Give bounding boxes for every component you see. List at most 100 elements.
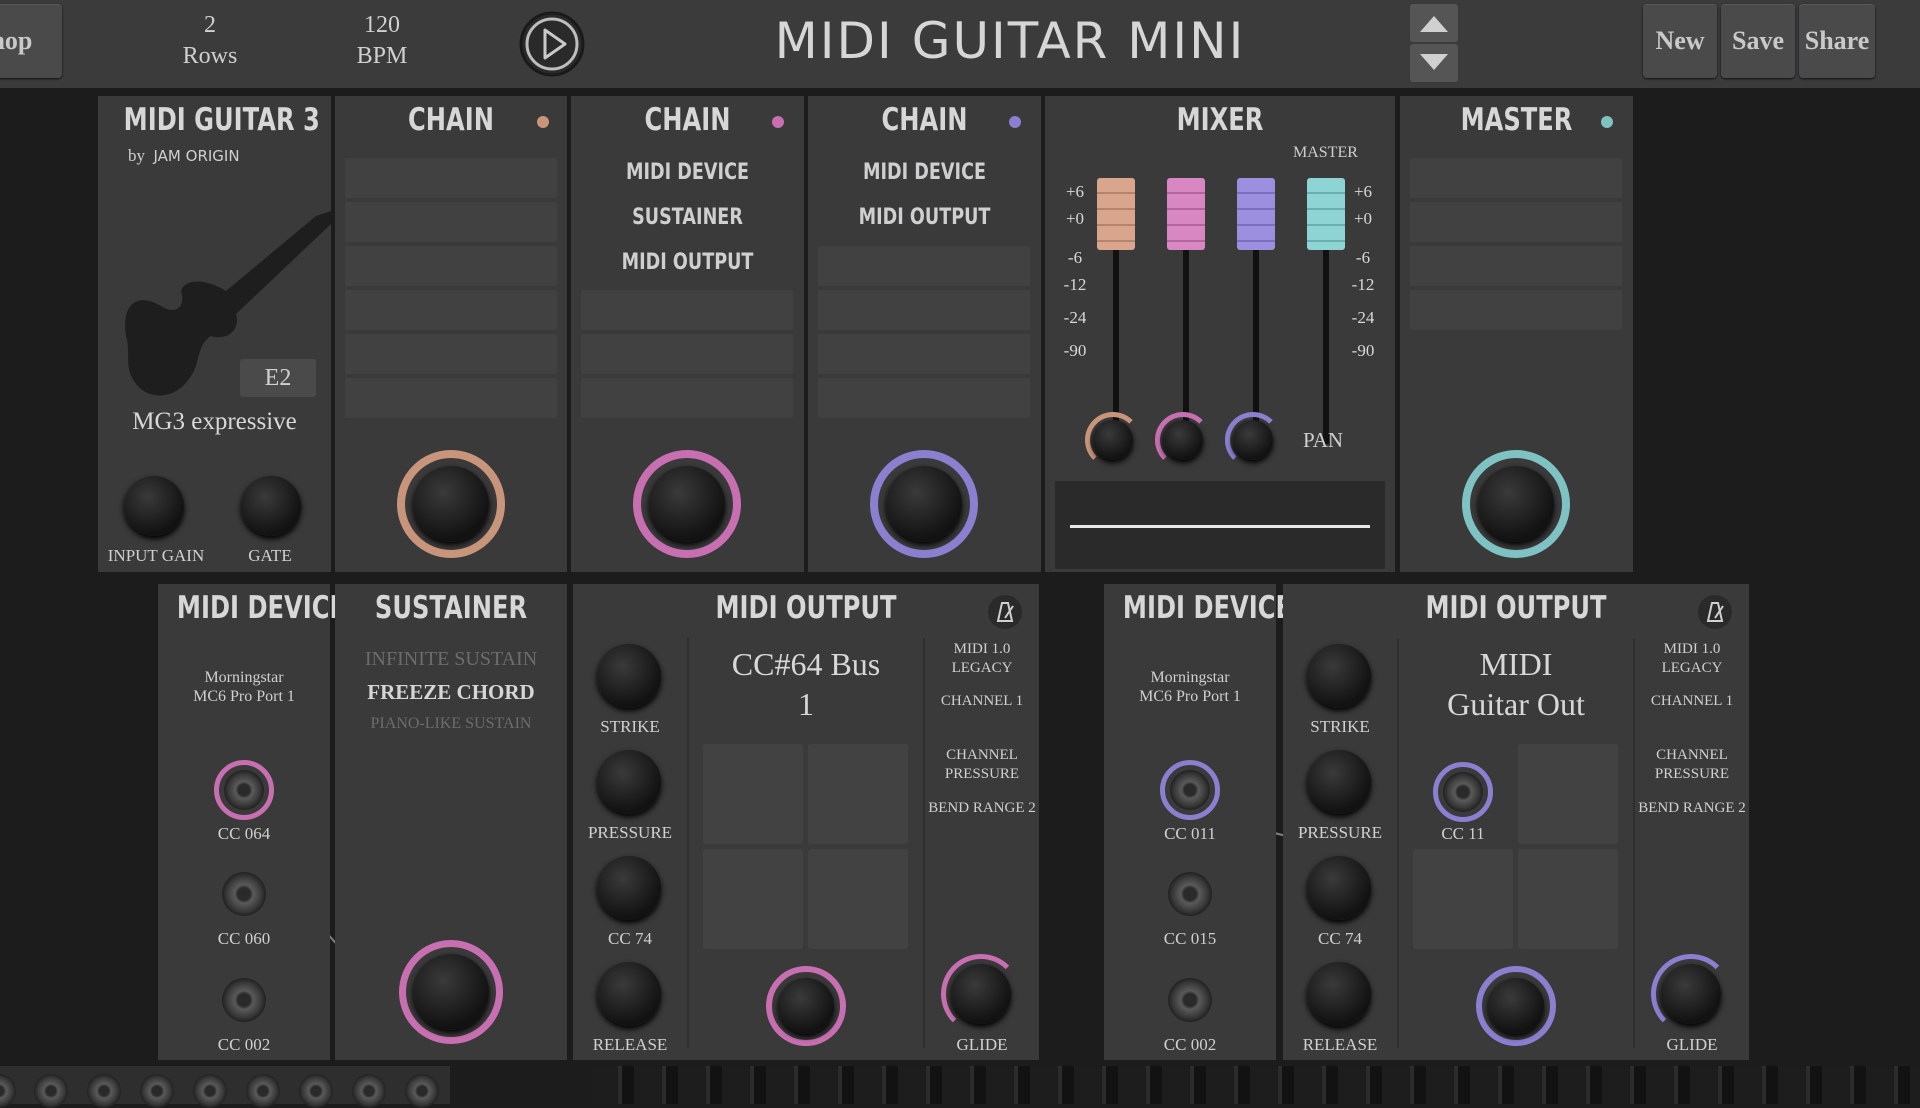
master-volume-knob[interactable] <box>1462 450 1570 558</box>
fader-cap-chain-3[interactable] <box>1237 178 1275 250</box>
input-jack[interactable] <box>34 1074 68 1108</box>
sustain-option-infinite[interactable]: INFINITE SUSTAIN <box>335 648 567 671</box>
release-knob[interactable] <box>597 962 661 1026</box>
chain-slot[interactable] <box>581 290 793 330</box>
chain-slot[interactable] <box>345 378 557 418</box>
metronome-icon[interactable] <box>1697 594 1733 630</box>
row-down-button[interactable] <box>1410 44 1458 82</box>
input-jack[interactable] <box>246 1074 280 1108</box>
save-button[interactable]: Save <box>1721 4 1795 78</box>
input-jack[interactable] <box>352 1074 386 1108</box>
cc-knob-a[interactable] <box>214 760 274 820</box>
master-slot[interactable] <box>1410 158 1622 198</box>
cc-jack-c[interactable] <box>222 978 266 1022</box>
pan-knob-chain-1[interactable] <box>1085 412 1141 468</box>
input-jack[interactable] <box>299 1074 333 1108</box>
chain-item-midi-device[interactable]: MIDI DEVICE <box>831 160 1017 185</box>
chain-slot[interactable] <box>818 290 1030 330</box>
cc74-knob[interactable] <box>1307 856 1371 920</box>
preset-name[interactable]: MG3 expressive <box>98 408 331 436</box>
cc-jack-b[interactable] <box>222 872 266 916</box>
pad-cell[interactable] <box>703 849 803 949</box>
chain-slot[interactable] <box>818 246 1030 286</box>
bpm-control[interactable]: 120 BPM <box>332 10 432 72</box>
option-channel[interactable]: CHANNEL 1 <box>925 692 1039 711</box>
master-slot[interactable] <box>1410 290 1622 330</box>
option-channel[interactable]: CHANNEL 1 <box>1635 692 1749 711</box>
input-jack[interactable] <box>140 1074 174 1108</box>
chain-slot[interactable] <box>345 334 557 374</box>
glide-knob[interactable] <box>941 954 1021 1034</box>
pressure-knob[interactable] <box>597 750 661 814</box>
new-button[interactable]: New <box>1643 4 1717 78</box>
shop-button[interactable]: Shop <box>0 4 62 78</box>
chain-item-midi-device[interactable]: MIDI DEVICE <box>594 160 780 185</box>
release-knob[interactable] <box>1307 962 1371 1026</box>
option-bend-range[interactable]: BEND RANGE 2 <box>925 799 1039 818</box>
chain-slot[interactable] <box>345 158 557 198</box>
cc-jack-b[interactable] <box>1168 872 1212 916</box>
chain-volume-knob[interactable] <box>397 450 505 558</box>
pad-cell[interactable] <box>1413 849 1513 949</box>
cc-knob-a[interactable] <box>1160 760 1220 820</box>
pad-cell[interactable] <box>1518 849 1618 949</box>
chain-item-sustainer[interactable]: SUSTAINER <box>594 205 780 230</box>
master-slot[interactable] <box>1410 246 1622 286</box>
pad-cell[interactable] <box>808 744 908 844</box>
metronome-icon[interactable] <box>987 594 1023 630</box>
input-gain-knob[interactable] <box>124 476 184 536</box>
master-slot[interactable] <box>1410 202 1622 242</box>
chain-volume-knob[interactable] <box>870 450 978 558</box>
output-volume-knob[interactable] <box>1476 966 1556 1046</box>
chain-slot[interactable] <box>818 334 1030 374</box>
midi-guitar-panel: MIDI GUITAR 3 by JAM ORIGIN E2 MG3 expre… <box>98 96 331 572</box>
chain-slot[interactable] <box>581 334 793 374</box>
device-port-name[interactable]: Morningstar MC6 Pro Port 1 <box>1104 668 1276 706</box>
chain-slot[interactable] <box>345 202 557 242</box>
output-volume-knob[interactable] <box>766 966 846 1046</box>
pad-cell[interactable] <box>808 849 908 949</box>
fader-cap-chain-2[interactable] <box>1167 178 1205 250</box>
pan-knob-chain-2[interactable] <box>1155 412 1211 468</box>
sustain-knob[interactable] <box>399 940 503 1044</box>
piano-keyboard[interactable] <box>590 1066 1920 1104</box>
option-bend-range[interactable]: BEND RANGE 2 <box>1635 799 1749 818</box>
input-jack[interactable] <box>0 1074 16 1108</box>
fader-cap-master[interactable] <box>1307 178 1345 250</box>
option-pressure[interactable]: CHANNEL PRESSURE <box>925 746 1039 784</box>
chain-volume-knob[interactable] <box>633 450 741 558</box>
pan-knob-chain-3[interactable] <box>1225 412 1281 468</box>
sustain-option-freeze[interactable]: FREEZE CHORD <box>335 680 567 705</box>
option-midi-version[interactable]: MIDI 1.0 LEGACY <box>1635 640 1749 678</box>
chain-item-midi-output[interactable]: MIDI OUTPUT <box>594 250 780 275</box>
rows-control[interactable]: 2 Rows <box>160 10 260 72</box>
strike-knob[interactable] <box>1307 644 1371 708</box>
gate-knob[interactable] <box>241 476 301 536</box>
cc11-knob[interactable] <box>1433 762 1493 822</box>
chain-slot[interactable] <box>581 378 793 418</box>
output-name[interactable]: MIDI Guitar Out <box>1399 644 1633 724</box>
device-port-name[interactable]: Morningstar MC6 Pro Port 1 <box>158 668 330 706</box>
strike-knob[interactable] <box>597 644 661 708</box>
pressure-knob[interactable] <box>1307 750 1371 814</box>
input-jack[interactable] <box>193 1074 227 1108</box>
output-name[interactable]: CC#64 Bus 1 <box>689 644 923 724</box>
row-up-button[interactable] <box>1410 4 1458 42</box>
share-button[interactable]: Share <box>1799 4 1875 78</box>
option-pressure[interactable]: CHANNEL PRESSURE <box>1635 746 1749 784</box>
input-jack[interactable] <box>87 1074 121 1108</box>
chain-slot[interactable] <box>818 378 1030 418</box>
sustain-option-piano[interactable]: PIANO-LIKE SUSTAIN <box>335 715 567 733</box>
chain-slot[interactable] <box>345 290 557 330</box>
chain-item-midi-output[interactable]: MIDI OUTPUT <box>831 205 1017 230</box>
fader-cap-chain-1[interactable] <box>1097 178 1135 250</box>
pad-cell[interactable] <box>1518 744 1618 844</box>
cc-jack-c[interactable] <box>1168 978 1212 1022</box>
pad-cell[interactable] <box>703 744 803 844</box>
cc74-knob[interactable] <box>597 856 661 920</box>
chain-slot[interactable] <box>345 246 557 286</box>
glide-knob[interactable] <box>1651 954 1731 1034</box>
option-midi-version[interactable]: MIDI 1.0 LEGACY <box>925 640 1039 678</box>
input-jack[interactable] <box>405 1074 439 1108</box>
play-button[interactable] <box>518 10 586 78</box>
